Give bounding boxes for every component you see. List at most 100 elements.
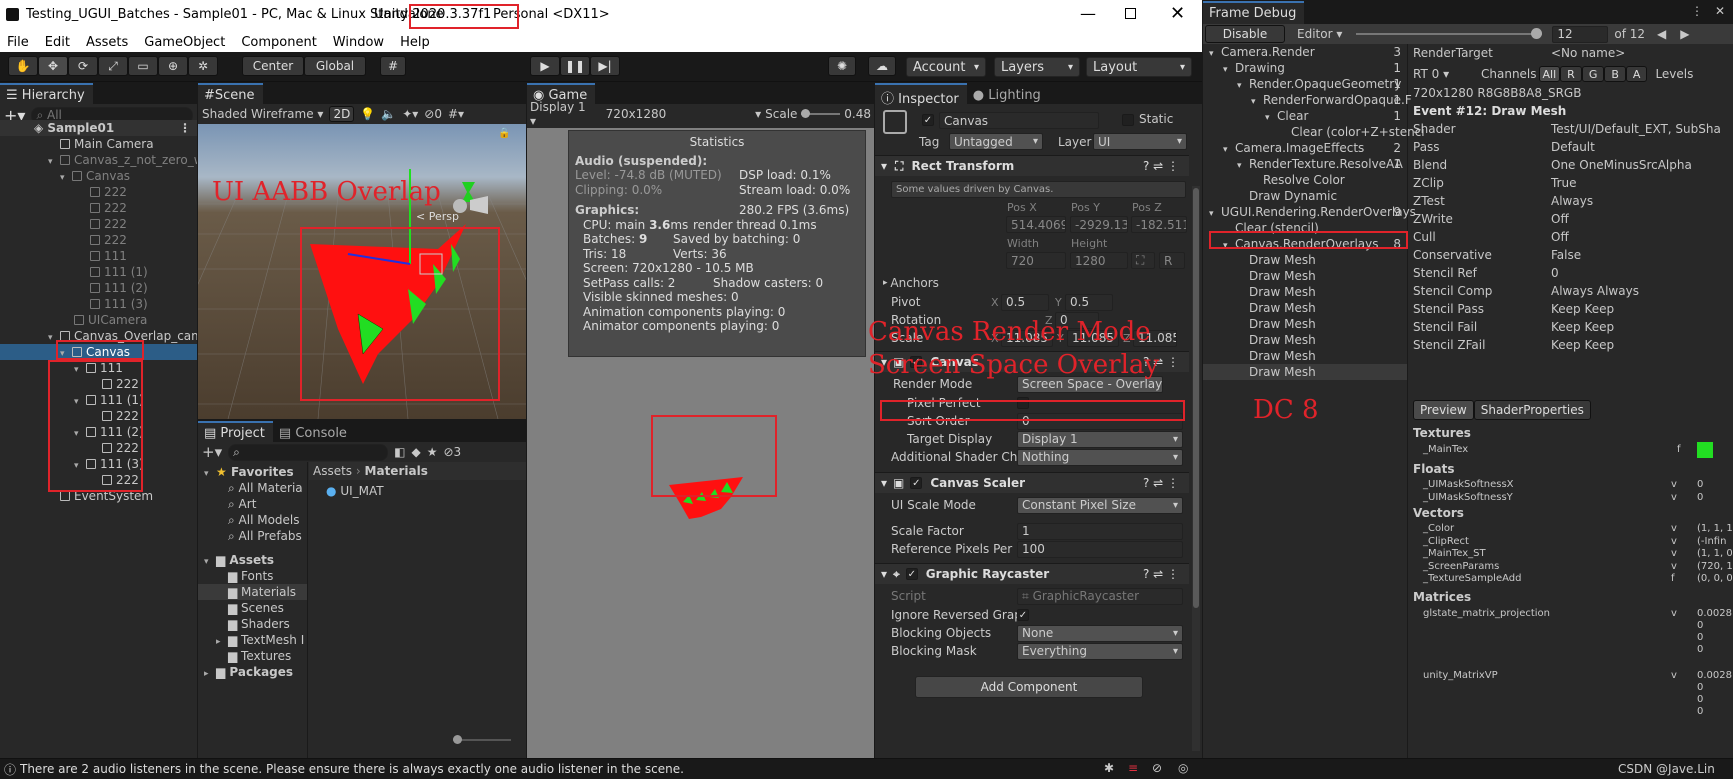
tab-frame-debug[interactable]: Frame Debug <box>1203 1 1305 24</box>
close-icon[interactable]: ✕ <box>1170 3 1185 24</box>
ui-scale-mode-dropdown[interactable]: Constant Pixel Size <box>1017 496 1183 514</box>
persp-label[interactable]: < Persp <box>416 210 459 223</box>
event-tree-row[interactable]: ▾ UGUI.Rendering.RenderOverlays 9 <box>1203 204 1416 220</box>
posz-field[interactable]: -182.5118 <box>1131 216 1187 233</box>
menu-file[interactable]: File <box>7 35 29 50</box>
event-tree-row[interactable]: ▾ RenderTexture.ResolveAA 1 <box>1203 156 1407 172</box>
tab-hierarchy[interactable]: ☰ Hierarchy <box>0 83 93 104</box>
event-index-field[interactable]: 12 <box>1552 25 1609 43</box>
pause-icon[interactable]: ❚❚ <box>560 56 590 76</box>
preview-tab[interactable]: Preview <box>1413 400 1474 420</box>
transform-tool-icon[interactable]: ⊕ <box>158 56 188 76</box>
list-item[interactable]: ⌕ All Models <box>198 512 307 528</box>
event-tree-row[interactable]: ▾ Drawing 1 <box>1203 60 1407 76</box>
list-item[interactable]: 111 (1) <box>0 264 197 280</box>
event-tree-row[interactable]: Resolve Color <box>1203 172 1407 188</box>
close-icon[interactable]: ✕ <box>1715 4 1725 18</box>
account-dropdown[interactable]: Account <box>906 57 986 77</box>
list-item[interactable]: ▾ Canvas <box>0 168 197 184</box>
inspector-scrollbar[interactable] <box>1192 186 1200 751</box>
list-item[interactable]: 222 <box>0 232 197 248</box>
layers-dropdown[interactable]: Layers <box>994 57 1080 77</box>
canvas-scaler-header[interactable]: ▾ ▣ ✓ Canvas Scaler ? ⇌ ⋮ <box>875 472 1189 493</box>
expand-arrow-icon[interactable]: ▸ <box>204 666 216 682</box>
channel-g-button[interactable]: G <box>1581 66 1605 82</box>
editor-dropdown[interactable]: Editor ▾ <box>1297 27 1342 41</box>
event-tree-row[interactable]: Draw Mesh <box>1203 252 1407 268</box>
active-checkbox[interactable]: ✓ <box>922 114 934 126</box>
graphic-raycaster-header[interactable]: ▾ ⌖ ✓ Graphic Raycaster ? ⇌ ⋮ <box>875 563 1189 584</box>
list-item[interactable]: ▆ Textures <box>198 648 307 664</box>
list-item[interactable]: ▆ Scenes <box>198 600 307 616</box>
menu-assets[interactable]: Assets <box>86 35 128 50</box>
event-tree-row[interactable]: Draw Mesh <box>1203 268 1407 284</box>
event-slider[interactable] <box>1356 28 1543 39</box>
add-component-button[interactable]: Add Component <box>915 676 1143 698</box>
event-tree-row[interactable]: ▾ Render.OpaqueGeometry 1 <box>1203 76 1407 92</box>
list-item[interactable]: 222 <box>0 200 197 216</box>
blocking-mask-dropdown[interactable]: Everything <box>1017 642 1183 660</box>
list-item[interactable]: 111 <box>0 248 197 264</box>
list-item[interactable]: ▸ ▆ TextMesh I <box>198 632 307 648</box>
bug-icon[interactable]: ✱ <box>1104 761 1114 775</box>
reference-pixels-field[interactable]: 100 <box>1017 540 1183 558</box>
list-item[interactable]: ▆ Shaders <box>198 616 307 632</box>
layer-dropdown[interactable]: UI <box>1093 133 1187 150</box>
favorite-icon[interactable]: ★ <box>427 445 438 459</box>
assets-row[interactable]: ▾ ▆ Assets <box>198 552 307 568</box>
lock-icon[interactable]: 🔒 <box>498 128 510 139</box>
tab-lighting[interactable]: ● Lighting <box>966 83 1049 104</box>
texture-swatch[interactable] <box>1697 442 1713 458</box>
rotate-tool-icon[interactable]: ⟳ <box>68 56 98 76</box>
menu-component[interactable]: Component <box>241 35 316 50</box>
blocking-objects-dropdown[interactable]: None <box>1017 624 1183 642</box>
posx-field[interactable]: 514.4069 <box>1006 216 1066 233</box>
scale-factor-field[interactable]: 1 <box>1017 522 1183 540</box>
event-tree-row[interactable]: Draw Mesh <box>1203 316 1407 332</box>
visibility-icon[interactable]: ⊘0 <box>424 107 442 121</box>
prev-event-icon[interactable]: ◀ <box>1657 27 1666 41</box>
list-item[interactable]: UICamera <box>0 312 197 328</box>
hidden-packages-icon[interactable]: ⊘3 <box>443 445 461 459</box>
object-name-input[interactable]: Canvas <box>939 112 1099 129</box>
list-item[interactable]: ⌕ Art <box>198 496 307 512</box>
event-tree-row[interactable]: Draw Mesh <box>1203 300 1407 316</box>
global-toggle[interactable]: Global <box>304 56 366 76</box>
tab-console[interactable]: ▤ Console <box>272 421 355 442</box>
asset-file[interactable]: ● UI_MAT <box>326 484 384 498</box>
static-checkbox[interactable] <box>1122 114 1134 126</box>
shader-properties-tab[interactable]: ShaderProperties <box>1473 400 1591 420</box>
raw-edit-button[interactable]: R <box>1159 252 1185 269</box>
cloud-icon[interactable]: ☁ <box>868 56 896 76</box>
maximize-icon[interactable] <box>1125 8 1136 19</box>
scrollbar-thumb[interactable] <box>1193 188 1199 608</box>
list-item[interactable]: ⌕ All Prefabs <box>198 528 307 544</box>
list-item[interactable]: 222 <box>0 184 197 200</box>
display-dropdown[interactable]: Display 1 ▾ <box>530 100 594 128</box>
event-tree-row[interactable]: Draw Mesh <box>1203 364 1407 380</box>
favorites-row[interactable]: ▾ ★ Favorites <box>198 464 307 480</box>
height-field[interactable]: 1280 <box>1070 252 1128 269</box>
filter-label-icon[interactable]: ◆ <box>411 445 420 459</box>
channel-a-button[interactable]: A <box>1625 66 1648 82</box>
tab-project[interactable]: ▤ Project <box>198 421 273 442</box>
breadcrumb-root[interactable]: Assets <box>313 464 352 478</box>
rect-transform-header[interactable]: ▾ ⛶ Rect Transform ? ⇌ ⋮ <box>875 155 1189 176</box>
event-tree-row[interactable]: Draw Mesh <box>1203 348 1407 364</box>
channel-r-button[interactable]: R <box>1560 66 1582 82</box>
icon-size-slider[interactable] <box>453 735 511 744</box>
pivot-y-field[interactable]: 0.5 <box>1065 293 1113 311</box>
scale-tool-icon[interactable]: ⤢ <box>98 56 128 76</box>
panel-menu-icon[interactable]: ⋮ <box>1691 4 1703 18</box>
shader-channels-dropdown[interactable]: Nothing <box>1017 448 1183 466</box>
list-item[interactable]: 222 <box>0 216 197 232</box>
event-tree-row[interactable]: Draw Mesh <box>1203 332 1407 348</box>
auto-generate-icon[interactable]: ⊘ <box>1152 761 1162 775</box>
channel-b-button[interactable]: B <box>1604 66 1626 82</box>
scale-slider-thumb[interactable] <box>801 109 811 118</box>
list-item-selected[interactable]: ▆ Materials <box>198 584 307 600</box>
posy-field[interactable]: -2929.13 <box>1070 216 1128 233</box>
move-tool-icon[interactable]: ✥ <box>38 56 68 76</box>
menu-gameobject[interactable]: GameObject <box>144 35 225 50</box>
grid-snap-icon[interactable]: # <box>380 56 406 76</box>
